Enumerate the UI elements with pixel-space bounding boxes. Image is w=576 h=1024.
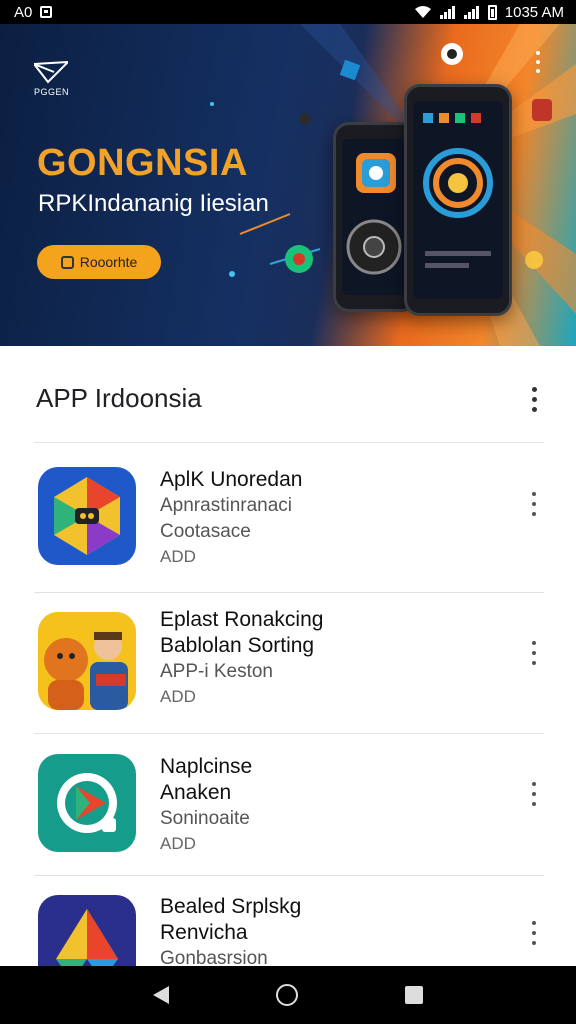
app-more-icon[interactable]: [522, 918, 546, 948]
recents-icon[interactable]: [404, 986, 423, 1004]
app-name: Bealed Srplskg: [160, 895, 302, 918]
banner-logo-text: PGGEN: [34, 87, 70, 97]
app-name: AplK Unoredan: [160, 468, 303, 491]
app-name-line-2: Renvicha: [160, 921, 248, 944]
signal-icon-2: [463, 5, 480, 19]
cta-icon: [60, 255, 74, 269]
app-category: Cootasace: [160, 521, 251, 542]
app-name: Eplast Ronakcing: [160, 608, 324, 631]
app-category: Soninoaite: [160, 808, 250, 829]
banner-subtitle: RPKIndananig Iiesian: [38, 190, 269, 217]
battery-icon: [487, 4, 497, 20]
section-more-icon[interactable]: [522, 384, 546, 414]
app-info: Naplcinse Anaken Soninoaite ADD: [160, 754, 252, 856]
app-name: Naplcinse: [160, 755, 253, 778]
signal-icon-1: [439, 5, 456, 19]
app-icon: [38, 754, 136, 852]
app-info: AplK Unoredan Apnrastinranaci Cootasace …: [160, 467, 302, 569]
app-add-label[interactable]: ADD: [160, 685, 323, 709]
app-name-line-2: Bablolan Sorting: [160, 634, 315, 657]
navigation-bar: [0, 966, 576, 1024]
app-more-icon[interactable]: [522, 638, 546, 668]
app-list-item[interactable]: Naplcinse Anaken Soninoaite ADD: [0, 734, 576, 874]
home-icon[interactable]: [275, 984, 298, 1006]
status-right: 1035 AM: [414, 4, 564, 21]
notification-icon: [40, 6, 53, 18]
wifi-icon: [414, 6, 431, 18]
status-left: A0: [14, 3, 53, 21]
phone-front-screen-art: [423, 113, 493, 268]
banner-cta-button[interactable]: Rooorhte: [37, 245, 161, 279]
status-time: 1035 AM: [504, 3, 564, 21]
banner-more-icon[interactable]: [530, 48, 546, 76]
app-info: Eplast Ronakcing Bablolan Sorting APP-i …: [160, 607, 323, 709]
back-icon[interactable]: [153, 986, 170, 1004]
app-list-item[interactable]: Bealed Srplskg Renvicha Gonbasrsion: [0, 876, 576, 966]
banner-cta-label: Rooorhte: [79, 254, 138, 270]
app-add-label[interactable]: ADD: [160, 545, 302, 569]
app-icon: [38, 467, 136, 565]
promo-banner[interactable]: PGGEN GONGNSIA RPKIndananig Iiesian Rooo…: [0, 24, 576, 346]
app-developer: Apnrastinranaci: [160, 495, 293, 516]
banner-title: GONGNSIA: [37, 142, 248, 184]
app-add-label[interactable]: ADD: [160, 832, 252, 856]
app-category: APP-i Keston: [160, 661, 273, 682]
app-name-line-2: Anaken: [160, 781, 232, 804]
status-left-text: A0: [14, 3, 33, 21]
phone-back-screen-art: [346, 153, 402, 275]
paper-plane-logo-icon: [32, 60, 71, 84]
section-header: APP Irdoonsia: [0, 346, 576, 442]
status-bar: A0 1035 AM: [0, 0, 576, 24]
app-icon: [38, 612, 136, 710]
app-info: Bealed Srplskg Renvicha Gonbasrsion: [160, 894, 301, 966]
app-more-icon[interactable]: [522, 489, 546, 519]
phone-image-front: [404, 84, 512, 316]
section-title: APP Irdoonsia: [36, 383, 202, 413]
app-more-icon[interactable]: [522, 779, 546, 809]
app-list-item[interactable]: Eplast Ronakcing Bablolan Sorting APP-i …: [0, 593, 576, 733]
banner-logo: PGGEN: [32, 60, 71, 97]
app-list-item[interactable]: AplK Unoredan Apnrastinranaci Cootasace …: [0, 443, 576, 583]
app-category: Gonbasrsion: [160, 948, 268, 966]
app-icon: [38, 895, 136, 966]
